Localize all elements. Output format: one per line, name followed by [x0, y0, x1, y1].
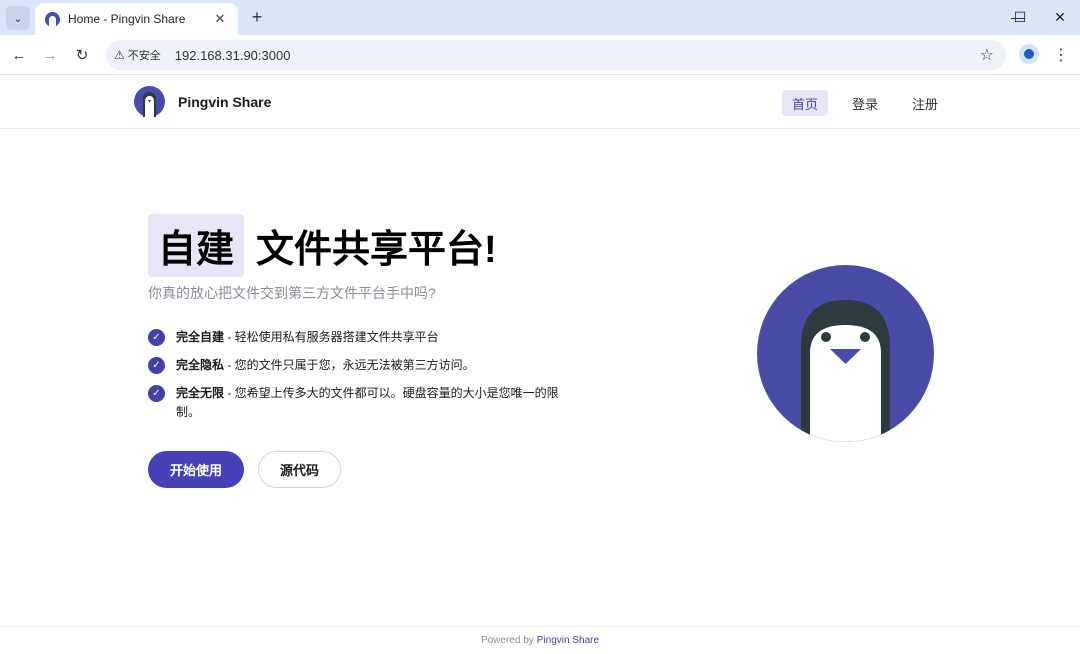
- pingvin-logo-icon[interactable]: [134, 86, 165, 117]
- hero-subtitle: 你真的放心把文件交到第三方文件平台手中吗?: [148, 285, 436, 301]
- feature-text: 完全无限 - 您希望上传多大的文件都可以。硬盘容量的大小是您唯一的限制。: [176, 384, 576, 422]
- nav-home[interactable]: 首页: [782, 90, 829, 116]
- new-tab-button[interactable]: +: [246, 6, 268, 28]
- penguin-mascot-icon: [757, 265, 934, 442]
- feature-list: ✓ 完全自建 - 轻松使用私有服务器搭建文件共享平台 ✓ 完全隐私 - 您的文件…: [148, 328, 578, 431]
- feature-bold: 完全无限: [176, 386, 225, 400]
- brand-name[interactable]: Pingvin Share: [178, 94, 271, 110]
- check-icon: ✓: [148, 357, 165, 374]
- check-icon: ✓: [148, 329, 165, 346]
- nav-register[interactable]: 注册: [902, 90, 948, 116]
- feature-text: 完全自建 - 轻松使用私有服务器搭建文件共享平台: [176, 328, 576, 347]
- tab-search-button[interactable]: ⌄: [6, 6, 30, 30]
- close-tab-icon[interactable]: ✕: [212, 11, 228, 27]
- nav-login[interactable]: 登录: [842, 90, 888, 116]
- forward-arrow-icon[interactable]: →: [38, 43, 62, 67]
- feature-text: 完全隐私 - 您的文件只属于您，永远无法被第三方访问。: [176, 356, 576, 375]
- check-icon: ✓: [148, 385, 165, 402]
- url-text[interactable]: 192.168.31.90:3000: [175, 48, 291, 63]
- feature-desc: - 您的文件只属于您，永远无法被第三方访问。: [224, 358, 475, 372]
- warning-icon: ⚠: [114, 48, 125, 62]
- feature-item: ✓ 完全自建 - 轻松使用私有服务器搭建文件共享平台: [148, 328, 578, 347]
- browser-tab-strip: ⌄ Home - Pingvin Share ✕ + — ☐ ✕: [0, 0, 1080, 35]
- feature-item: ✓ 完全无限 - 您希望上传多大的文件都可以。硬盘容量的大小是您唯一的限制。: [148, 384, 578, 422]
- feature-item: ✓ 完全隐私 - 您的文件只属于您，永远无法被第三方访问。: [148, 356, 578, 375]
- close-window-button[interactable]: ✕: [1040, 4, 1080, 30]
- browser-tab[interactable]: Home - Pingvin Share ✕: [35, 3, 238, 35]
- footer-prefix: Powered by: [480, 635, 534, 646]
- get-started-button[interactable]: 开始使用: [148, 451, 244, 488]
- hero-title-rest: 文件共享平台!: [256, 229, 497, 271]
- browser-menu-icon[interactable]: ⋮: [1052, 43, 1070, 67]
- footer: Powered by Pingvin Share: [0, 626, 1080, 654]
- source-code-button[interactable]: 源代码: [258, 451, 341, 488]
- favicon-icon: [45, 11, 60, 27]
- bookmark-star-icon[interactable]: ☆: [980, 45, 994, 65]
- maximize-button[interactable]: ☐: [1000, 4, 1040, 30]
- chevron-down-icon: ⌄: [13, 12, 23, 25]
- feature-desc: - 轻松使用私有服务器搭建文件共享平台: [224, 330, 439, 344]
- security-label: 不安全: [127, 50, 161, 62]
- reload-icon[interactable]: ↻: [70, 43, 94, 67]
- profile-avatar-icon[interactable]: [1019, 44, 1039, 64]
- hero-title-highlight: 自建: [148, 214, 245, 277]
- feature-bold: 完全自建: [176, 330, 225, 344]
- app-header: Pingvin Share 首页 登录 注册: [0, 76, 1080, 129]
- feature-bold: 完全隐私: [176, 358, 225, 372]
- footer-link[interactable]: Pingvin Share: [537, 635, 599, 646]
- browser-toolbar: ← → ↻ ⚠ 不安全 192.168.31.90:3000 ☆ ⋮: [0, 35, 1080, 75]
- tab-title: Home - Pingvin Share: [68, 12, 186, 26]
- feature-desc: - 您希望上传多大的文件都可以。硬盘容量的大小是您唯一的限制。: [176, 386, 559, 419]
- address-bar[interactable]: ⚠ 不安全 192.168.31.90:3000 ☆: [106, 40, 1006, 70]
- hero-title: 自建 文件共享平台!: [148, 214, 497, 277]
- back-arrow-icon[interactable]: ←: [7, 43, 31, 67]
- security-indicator[interactable]: ⚠ 不安全: [114, 47, 171, 63]
